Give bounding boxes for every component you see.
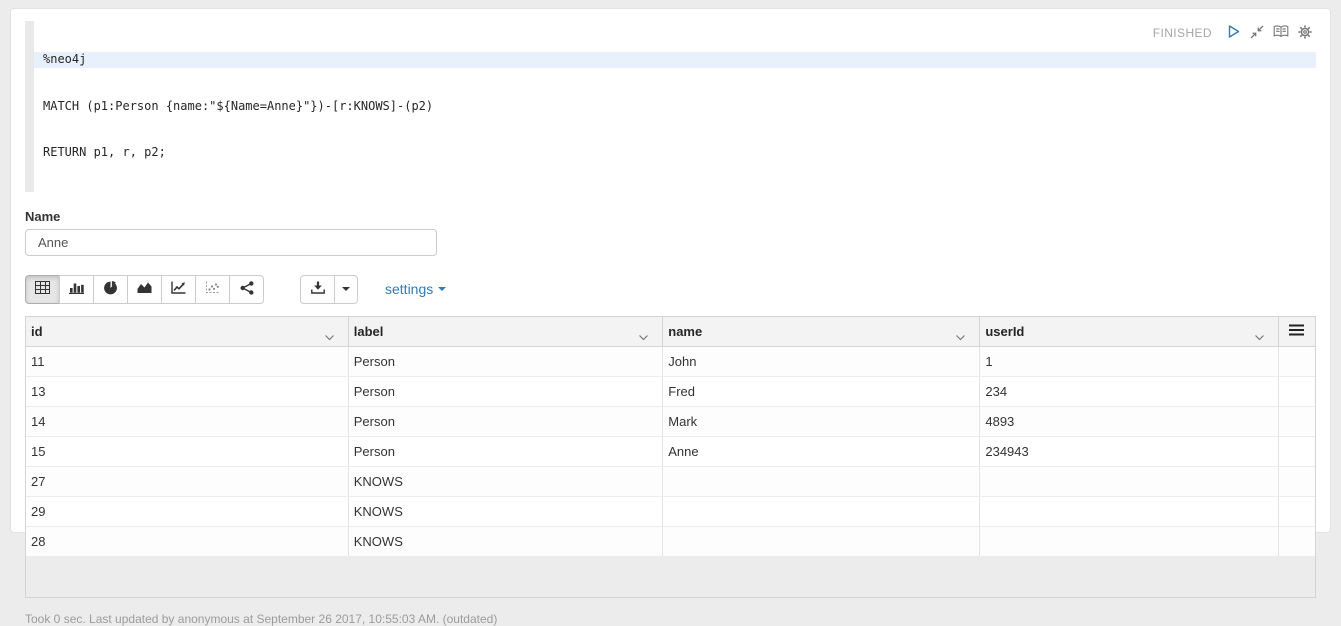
cell-label: Person bbox=[348, 437, 663, 467]
table-row[interactable]: 13 Person Fred 234 bbox=[26, 377, 1315, 407]
cell-id: 29 bbox=[26, 497, 348, 527]
chevron-down-icon[interactable] bbox=[324, 329, 335, 344]
cell-id: 14 bbox=[26, 407, 348, 437]
name-field-label: Name bbox=[25, 209, 1316, 224]
table-row[interactable]: 29 KNOWS bbox=[26, 497, 1315, 527]
settings-label: settings bbox=[385, 281, 433, 297]
code-line-return[interactable]: RETURN p1, r, p2; bbox=[34, 145, 1316, 161]
editor-gutter bbox=[25, 21, 34, 192]
column-header-label: id bbox=[31, 324, 43, 339]
code-area[interactable]: %neo4j MATCH (p1:Person {name:"${Name=An… bbox=[34, 21, 1316, 192]
column-header-label[interactable]: label bbox=[348, 317, 663, 347]
cell-label: KNOWS bbox=[348, 467, 663, 497]
cell-label: Person bbox=[348, 377, 663, 407]
grid-menu-button[interactable] bbox=[1278, 317, 1315, 347]
cell-userid: 4893 bbox=[980, 407, 1278, 437]
bar-chart-button[interactable] bbox=[59, 275, 94, 304]
table-row[interactable]: 15 Person Anne 234943 bbox=[26, 437, 1315, 467]
cell-menu bbox=[1278, 467, 1315, 497]
status-badge: FINISHED bbox=[1153, 26, 1212, 40]
cell-menu bbox=[1278, 407, 1315, 437]
cell-menu bbox=[1278, 437, 1315, 467]
cell-name bbox=[663, 497, 980, 527]
chevron-down-icon[interactable] bbox=[955, 329, 966, 344]
line-chart-button[interactable] bbox=[161, 275, 196, 304]
run-button[interactable] bbox=[1226, 24, 1241, 42]
table-row[interactable]: 11 Person John 1 bbox=[26, 347, 1315, 377]
cell-userid bbox=[980, 497, 1278, 527]
play-icon bbox=[1226, 24, 1241, 42]
caret-down-icon bbox=[342, 287, 350, 291]
settings-link[interactable]: settings bbox=[385, 281, 446, 297]
chevron-down-icon[interactable] bbox=[1254, 329, 1265, 344]
cell-menu bbox=[1278, 497, 1315, 527]
book-icon bbox=[1273, 25, 1289, 41]
compress-icon bbox=[1250, 25, 1264, 42]
scatter-chart-button[interactable] bbox=[195, 275, 230, 304]
result-grid: id label name userId bbox=[25, 316, 1316, 599]
hamburger-menu-icon bbox=[1289, 324, 1304, 339]
chevron-down-icon[interactable] bbox=[638, 329, 649, 344]
column-header-label: userId bbox=[985, 324, 1024, 339]
column-header-userid[interactable]: userId bbox=[980, 317, 1278, 347]
cell-id: 13 bbox=[26, 377, 348, 407]
code-line-match[interactable]: MATCH (p1:Person {name:"${Name=Anne}"})-… bbox=[34, 99, 1316, 115]
hide-output-button[interactable] bbox=[1273, 25, 1289, 41]
pie-chart-button[interactable] bbox=[93, 275, 128, 304]
cell-userid bbox=[980, 467, 1278, 497]
caret-down-icon bbox=[438, 287, 446, 291]
table-row[interactable]: 27 KNOWS bbox=[26, 467, 1315, 497]
line-chart-icon bbox=[171, 281, 186, 297]
table-view-button[interactable] bbox=[25, 275, 60, 304]
column-header-name[interactable]: name bbox=[663, 317, 980, 347]
code-editor[interactable]: %neo4j MATCH (p1:Person {name:"${Name=An… bbox=[25, 21, 1316, 192]
pie-chart-icon bbox=[104, 281, 118, 298]
bar-chart-icon bbox=[69, 281, 84, 297]
column-header-label: name bbox=[668, 324, 702, 339]
scatter-chart-icon bbox=[205, 281, 220, 297]
share-view-button[interactable] bbox=[229, 275, 264, 304]
cell-userid: 234943 bbox=[980, 437, 1278, 467]
table-row[interactable]: 14 Person Mark 4893 bbox=[26, 407, 1315, 437]
column-header-id[interactable]: id bbox=[26, 317, 348, 347]
cell-userid: 1 bbox=[980, 347, 1278, 377]
gear-icon bbox=[1298, 25, 1312, 42]
area-chart-icon bbox=[137, 281, 152, 297]
cell-id: 15 bbox=[26, 437, 348, 467]
grid-empty-area bbox=[26, 557, 1315, 597]
cell-name bbox=[663, 467, 980, 497]
download-group bbox=[300, 275, 358, 304]
cell-name: Anne bbox=[663, 437, 980, 467]
cell-name: Mark bbox=[663, 407, 980, 437]
share-icon bbox=[240, 281, 254, 298]
cell-name: Fred bbox=[663, 377, 980, 407]
code-line-interpreter[interactable]: %neo4j bbox=[34, 52, 1316, 68]
paragraph-footer: Took 0 sec. Last updated by anonymous at… bbox=[25, 612, 1316, 626]
cell-id: 27 bbox=[26, 467, 348, 497]
download-button[interactable] bbox=[300, 275, 335, 304]
table-icon bbox=[35, 281, 50, 297]
visualization-toolbar: settings bbox=[25, 275, 1316, 304]
column-header-label: label bbox=[354, 324, 384, 339]
cell-label: Person bbox=[348, 407, 663, 437]
paragraph-settings-button[interactable] bbox=[1298, 25, 1312, 42]
chart-type-group bbox=[25, 275, 264, 304]
cell-label: Person bbox=[348, 347, 663, 377]
cell-id: 11 bbox=[26, 347, 348, 377]
cell-name: John bbox=[663, 347, 980, 377]
table-header-row: id label name userId bbox=[26, 317, 1315, 347]
cell-menu bbox=[1278, 347, 1315, 377]
download-icon bbox=[311, 281, 325, 297]
paragraph-controls: FINISHED bbox=[1153, 24, 1312, 42]
notebook-paragraph: %neo4j MATCH (p1:Person {name:"${Name=An… bbox=[10, 8, 1331, 533]
download-dropdown-button[interactable] bbox=[334, 275, 358, 304]
cell-menu bbox=[1278, 377, 1315, 407]
result-table: id label name userId bbox=[26, 317, 1315, 558]
hide-editor-button[interactable] bbox=[1250, 25, 1264, 42]
area-chart-button[interactable] bbox=[127, 275, 162, 304]
cell-label: KNOWS bbox=[348, 497, 663, 527]
cell-userid: 234 bbox=[980, 377, 1278, 407]
name-field[interactable] bbox=[25, 229, 437, 256]
